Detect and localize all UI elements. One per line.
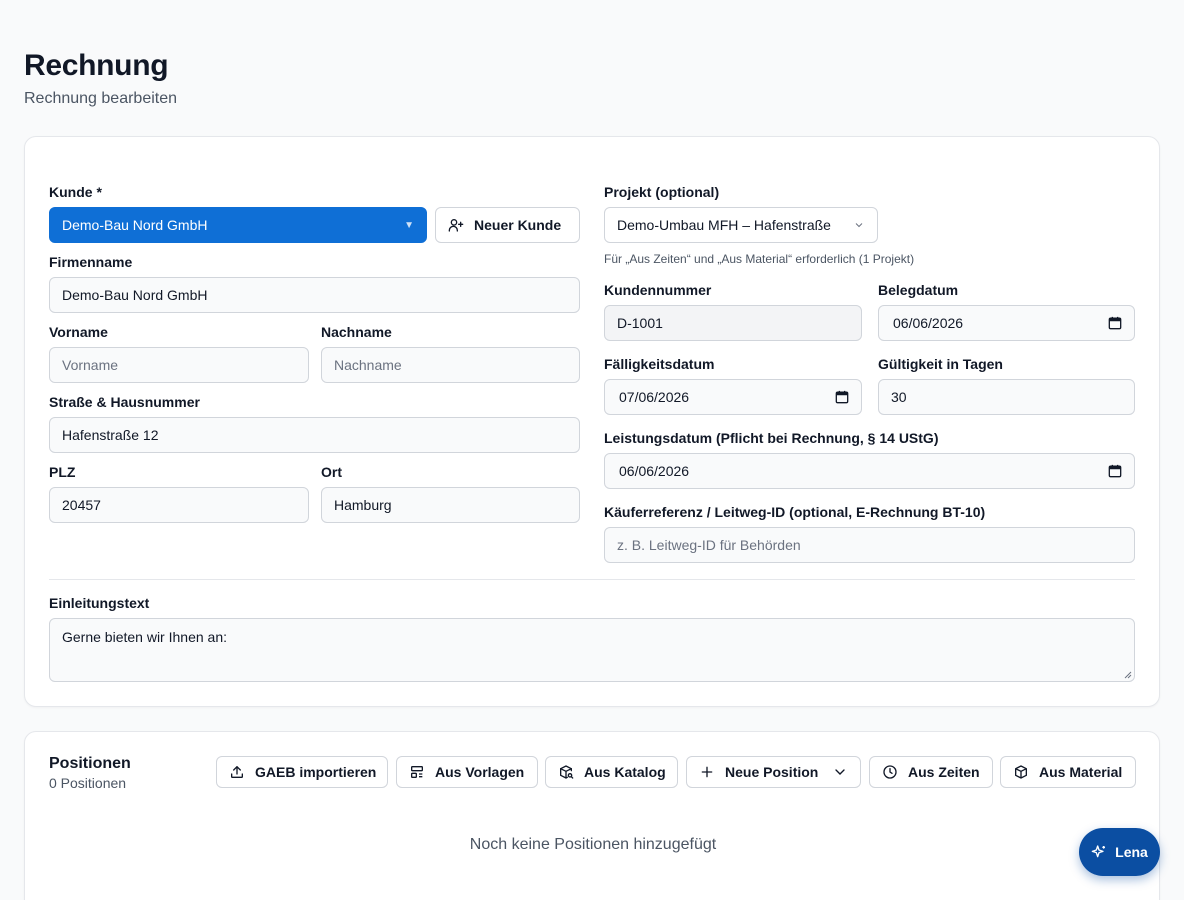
ort-input[interactable]: Hamburg <box>321 487 580 523</box>
sparkles-icon <box>1091 845 1106 858</box>
referenz-input[interactable]: z. B. Leitweg-ID für Behörden <box>604 527 1135 563</box>
plus-icon <box>701 766 713 778</box>
invoice-form-card: Kunde * Demo-Bau Nord GmbH ▼ Neuer Kunde… <box>24 136 1160 707</box>
empty-positions-message: Noch keine Positionen hinzugefügt <box>469 836 717 853</box>
gaeb-import-button[interactable]: GAEB importieren <box>216 756 388 788</box>
clock-icon <box>883 765 897 779</box>
gueltigkeit-input[interactable]: 30 <box>878 379 1135 415</box>
projekt-select[interactable]: Demo-Umbau MFH – Hafenstraße <box>604 207 878 243</box>
projekt-label: Projekt (optional) <box>604 184 720 200</box>
upload-icon <box>231 766 243 778</box>
new-customer-button[interactable]: Neuer Kunde <box>435 207 580 243</box>
strasse-input[interactable]: Hafenstraße 12 <box>49 417 580 453</box>
user-plus-icon <box>448 219 464 232</box>
leistungsdatum-label: Leistungsdatum (Pflicht bei Rechnung, § … <box>604 430 939 446</box>
from-templates-button[interactable]: Aus Vorlagen <box>396 756 538 788</box>
nachname-input[interactable]: Nachname <box>321 347 580 383</box>
calendar-icon[interactable] <box>835 390 849 404</box>
kundennummer-input: D-1001 <box>604 305 862 341</box>
positions-card: Positionen 0 Positionen GAEB importieren… <box>24 731 1160 900</box>
from-templates-label: Aus Vorlagen <box>435 764 525 780</box>
einleitung-value: Gerne bieten wir Ihnen an: <box>62 629 227 645</box>
page-header: Rechnung Rechnung bearbeiten <box>24 48 177 108</box>
vorname-label: Vorname <box>49 324 108 340</box>
new-position-label: Neue Position <box>725 764 819 780</box>
calendar-icon[interactable] <box>1108 316 1122 330</box>
positions-count: 0 Positionen <box>49 775 127 791</box>
leistungsdatum-value: 06/06/2026 <box>619 463 690 479</box>
from-times-button[interactable]: Aus Zeiten <box>869 756 993 788</box>
page-title: Rechnung <box>24 49 169 82</box>
chevron-down-icon: ▼ <box>404 219 414 231</box>
faelligkeit-value: 07/06/2026 <box>619 389 690 405</box>
from-times-label: Aus Zeiten <box>908 764 980 780</box>
ort-label: Ort <box>321 464 342 480</box>
belegdatum-value: 06/06/2026 <box>893 315 964 331</box>
kunde-select-value: Demo-Bau Nord GmbH <box>62 217 208 233</box>
template-icon <box>411 766 423 778</box>
new-customer-label: Neuer Kunde <box>474 217 562 233</box>
projekt-hint: Für „Aus Zeiten“ und „Aus Material“ erfo… <box>604 252 915 266</box>
gaeb-import-label: GAEB importieren <box>255 764 377 780</box>
positions-title: Positionen <box>49 755 131 772</box>
from-catalog-label: Aus Katalog <box>584 764 666 780</box>
from-catalog-button[interactable]: Aus Katalog <box>545 756 678 788</box>
section-divider <box>49 579 1135 580</box>
from-material-label: Aus Material <box>1039 764 1123 780</box>
chevron-down-icon <box>855 223 863 228</box>
leistungsdatum-input[interactable]: 06/06/2026 <box>604 453 1135 489</box>
referenz-label: Käuferreferenz / Leitweg-ID (optional, E… <box>604 504 986 520</box>
calendar-icon[interactable] <box>1108 464 1122 478</box>
einleitung-label: Einleitungstext <box>49 595 150 611</box>
from-material-button[interactable]: Aus Material <box>1000 756 1136 788</box>
faelligkeit-label: Fälligkeitsdatum <box>604 356 715 372</box>
projekt-select-value: Demo-Umbau MFH – Hafenstraße <box>617 217 831 233</box>
nachname-label: Nachname <box>321 324 392 340</box>
strasse-label: Straße & Hausnummer <box>49 394 200 410</box>
page-subtitle: Rechnung bearbeiten <box>24 90 178 107</box>
gueltigkeit-label: Gültigkeit in Tagen <box>878 356 1003 372</box>
faelligkeit-input[interactable]: 07/06/2026 <box>604 379 862 415</box>
plz-input[interactable]: 20457 <box>49 487 309 523</box>
package-search-icon <box>560 765 574 779</box>
kunde-label: Kunde * <box>49 184 102 200</box>
chevron-down-icon[interactable] <box>832 764 848 780</box>
assistant-label: Lena <box>1115 844 1148 860</box>
assistant-button[interactable]: Lena <box>1079 828 1160 876</box>
box-icon <box>1015 765 1027 779</box>
belegdatum-label: Belegdatum <box>878 282 959 298</box>
resize-handle-icon[interactable] <box>1124 671 1132 679</box>
plz-label: PLZ <box>49 464 76 480</box>
vorname-input[interactable]: Vorname <box>49 347 309 383</box>
kunde-select[interactable]: Demo-Bau Nord GmbH ▼ <box>49 207 427 243</box>
belegdatum-input[interactable]: 06/06/2026 <box>878 305 1135 341</box>
new-position-button[interactable]: Neue Position <box>686 756 861 788</box>
einleitung-textarea[interactable]: Gerne bieten wir Ihnen an: <box>49 618 1135 682</box>
kundennummer-label: Kundennummer <box>604 282 712 298</box>
firmenname-label: Firmenname <box>49 254 133 270</box>
firmenname-input[interactable]: Demo-Bau Nord GmbH <box>49 277 580 313</box>
